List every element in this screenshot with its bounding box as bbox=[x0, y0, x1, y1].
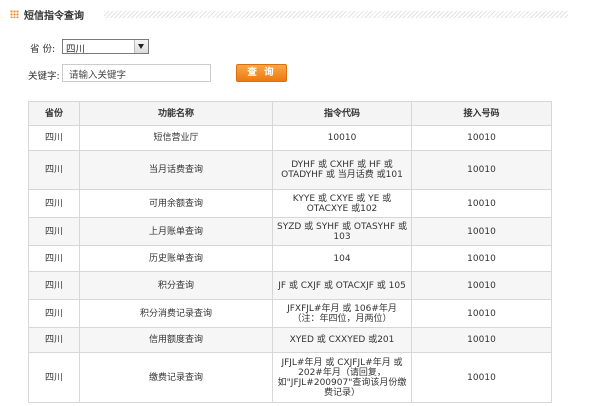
cell-function: 缴费记录查询 bbox=[79, 352, 273, 403]
cell-code: KYYE 或 CXYE 或 YE 或 OTACXYE 或102 bbox=[272, 189, 412, 218]
cell-function: 信用额度查询 bbox=[79, 327, 273, 353]
cell-function: 积分查询 bbox=[79, 271, 273, 300]
province-select-value: 四川 bbox=[66, 44, 86, 55]
keyword-input[interactable]: 请输入关键字 bbox=[62, 64, 211, 82]
cell-province: 四川 bbox=[28, 327, 80, 353]
cell-province: 四川 bbox=[28, 271, 80, 300]
sms-command-table: 省份 功能名称 指令代码 接入号码 四川 短信营业厅 10010 10010 四… bbox=[28, 101, 552, 403]
table-row: 四川 缴费记录查询 JFJL#年月 或 CXJFJL#年月 或202#年月（请回… bbox=[28, 352, 552, 403]
cell-function: 历史账单查询 bbox=[79, 245, 273, 272]
table-row: 四川 当月话费查询 DYHF 或 CXHF 或 HF 或 OTADYHF 或 当… bbox=[28, 150, 552, 190]
cell-code: 104 bbox=[272, 245, 412, 272]
cell-province: 四川 bbox=[28, 125, 80, 151]
table-row: 四川 短信营业厅 10010 10010 bbox=[28, 125, 552, 151]
cell-function: 短信营业厅 bbox=[79, 125, 273, 151]
cell-province: 四川 bbox=[28, 189, 80, 218]
cell-function: 积分消费记录查询 bbox=[79, 299, 273, 328]
cell-function: 当月话费查询 bbox=[79, 150, 273, 190]
table-row: 四川 信用额度查询 XYED 或 CXXYED 或201 10010 bbox=[28, 327, 552, 353]
cell-number: 10010 bbox=[411, 150, 552, 190]
cell-number: 10010 bbox=[411, 352, 552, 403]
col-header-code: 指令代码 bbox=[272, 101, 412, 126]
grid-dots-icon bbox=[10, 10, 19, 18]
cell-code: DYHF 或 CXHF 或 HF 或 OTADYHF 或 当月话费 或101 bbox=[272, 150, 412, 190]
cell-code: JF 或 CXJF 或 OTACXJF 或 105 bbox=[272, 271, 412, 300]
cell-function: 上月账单查询 bbox=[79, 217, 273, 246]
cell-number: 10010 bbox=[411, 245, 552, 272]
cell-code: SYZD 或 SYHF 或 OTASYHF 或103 bbox=[272, 217, 412, 246]
section-header: 短信指令查询 bbox=[0, 4, 600, 24]
cell-number: 10010 bbox=[411, 327, 552, 353]
table-row: 四川 历史账单查询 104 10010 bbox=[28, 245, 552, 272]
cell-province: 四川 bbox=[28, 150, 80, 190]
chevron-down-icon[interactable] bbox=[134, 40, 148, 53]
header-divider bbox=[104, 11, 568, 18]
table-row: 四川 上月账单查询 SYZD 或 SYHF 或 OTASYHF 或103 100… bbox=[28, 217, 552, 246]
table-row: 四川 积分查询 JF 或 CXJF 或 OTACXJF 或 105 10010 bbox=[28, 271, 552, 300]
cell-code: JFXFJL#年月 或 106#年月（注：年四位，月两位） bbox=[272, 299, 412, 328]
cell-province: 四川 bbox=[28, 217, 80, 246]
cell-number: 10010 bbox=[411, 189, 552, 218]
province-label: 省 份: bbox=[30, 44, 56, 55]
cell-number: 10010 bbox=[411, 217, 552, 246]
table-header-row: 省份 功能名称 指令代码 接入号码 bbox=[28, 101, 552, 126]
table-row: 四川 可用余额查询 KYYE 或 CXYE 或 YE 或 OTACXYE 或10… bbox=[28, 189, 552, 218]
table-row: 四川 积分消费记录查询 JFXFJL#年月 或 106#年月（注：年四位，月两位… bbox=[28, 299, 552, 328]
cell-function: 可用余额查询 bbox=[79, 189, 273, 218]
cell-number: 10010 bbox=[411, 299, 552, 328]
col-header-province: 省份 bbox=[28, 101, 80, 126]
keyword-label: 关键字: bbox=[28, 71, 60, 82]
section-title: 短信指令查询 bbox=[24, 11, 84, 22]
col-header-function: 功能名称 bbox=[79, 101, 273, 126]
cell-number: 10010 bbox=[411, 125, 552, 151]
cell-province: 四川 bbox=[28, 245, 80, 272]
cell-code: XYED 或 CXXYED 或201 bbox=[272, 327, 412, 353]
cell-code: JFJL#年月 或 CXJFJL#年月 或202#年月（请回复，如"JFJL#2… bbox=[272, 352, 412, 403]
cell-province: 四川 bbox=[28, 299, 80, 328]
cell-code: 10010 bbox=[272, 125, 412, 151]
cell-province: 四川 bbox=[28, 352, 80, 403]
col-header-number: 接入号码 bbox=[411, 101, 552, 126]
cell-number: 10010 bbox=[411, 271, 552, 300]
search-button[interactable]: 查 询 bbox=[236, 64, 287, 82]
province-select[interactable]: 四川 bbox=[62, 39, 149, 55]
